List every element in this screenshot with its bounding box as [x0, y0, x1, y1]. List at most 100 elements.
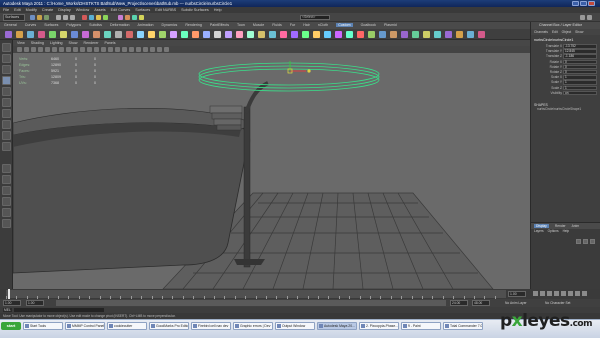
- taskbar-item[interactable]: Start Tools: [23, 322, 63, 330]
- time-slider-track[interactable]: [6, 290, 506, 299]
- panel-menu-view[interactable]: View: [17, 41, 25, 45]
- panel-toolbar-icon[interactable]: [24, 47, 29, 52]
- select-component-icon[interactable]: [70, 15, 75, 20]
- shelf-tool-icon[interactable]: [71, 31, 78, 38]
- shelf-tool-icon[interactable]: [335, 31, 342, 38]
- layout-single-icon[interactable]: [2, 164, 11, 173]
- end-time-field[interactable]: 48.00: [472, 300, 490, 306]
- maximize-button[interactable]: [580, 1, 587, 6]
- shelf-tab-dynamics[interactable]: Dynamics: [162, 23, 178, 27]
- attribute-value-field[interactable]: -13.752: [563, 44, 597, 49]
- layer-tab-display[interactable]: Display: [534, 224, 549, 228]
- taskbar-item[interactable]: Graphic errors | Dev: [233, 322, 273, 330]
- attribute-value-field[interactable]: 0: [563, 59, 597, 65]
- layout-four-icon[interactable]: [2, 175, 11, 184]
- shelf-tool-icon[interactable]: [324, 31, 331, 38]
- shelf-tab-custom[interactable]: Custom: [336, 23, 353, 27]
- character-set-dropdown[interactable]: No Character Set: [545, 299, 570, 307]
- layout-uv-icon[interactable]: [2, 219, 11, 228]
- move-layer-down-icon[interactable]: [583, 239, 588, 244]
- layer-menu-layers[interactable]: Layers: [534, 229, 544, 233]
- shelf-tab-fluids[interactable]: Fluids: [272, 23, 282, 27]
- shelf-tool-icon[interactable]: [368, 31, 375, 38]
- select-tool-icon[interactable]: [2, 43, 11, 52]
- menu-item-surfaces[interactable]: Surfaces: [135, 8, 150, 12]
- shelf-tool-icon[interactable]: [148, 31, 155, 38]
- shelf-tool-icon[interactable]: [137, 31, 144, 38]
- rotate-tool-icon[interactable]: [2, 87, 11, 96]
- channel-menu-channels[interactable]: Channels: [534, 30, 548, 34]
- play-backwards-icon[interactable]: [554, 291, 559, 296]
- panel-toolbar-icon[interactable]: [136, 47, 141, 52]
- shelf-tool-icon[interactable]: [291, 31, 298, 38]
- shelf-tab-rendering[interactable]: Rendering: [185, 23, 202, 27]
- go-to-start-icon[interactable]: [533, 291, 538, 296]
- step-back-key-icon[interactable]: [540, 291, 545, 296]
- shelf-tool-icon[interactable]: [412, 31, 419, 38]
- start-button[interactable]: start: [1, 322, 21, 330]
- last-tool-icon[interactable]: [2, 142, 11, 151]
- snap-curve-icon[interactable]: [89, 15, 94, 20]
- ipr-render-icon[interactable]: [132, 15, 137, 20]
- shelf-tab-deformation[interactable]: Deformation: [110, 23, 130, 27]
- shelf-tool-icon[interactable]: [159, 31, 166, 38]
- attribute-value-field[interactable]: on: [563, 90, 597, 96]
- step-forward-key-icon[interactable]: [575, 291, 580, 296]
- shelf-tool-icon[interactable]: [93, 31, 100, 38]
- shelf-tool-icon[interactable]: [478, 31, 485, 38]
- taskbar-item[interactable]: Firebird cell nav dev: [191, 322, 231, 330]
- layer-menu-options[interactable]: Options: [548, 229, 559, 233]
- channel-attribute-row[interactable]: Visibility on: [531, 90, 600, 96]
- open-scene-icon[interactable]: [37, 15, 42, 20]
- current-time-indicator[interactable]: [8, 289, 10, 299]
- layer-menu-help[interactable]: Help: [563, 229, 570, 233]
- attribute-editor-icon[interactable]: [580, 15, 585, 20]
- shelf-tool-icon[interactable]: [170, 31, 177, 38]
- paint-select-tool-icon[interactable]: [2, 65, 11, 74]
- panel-toolbar-icon[interactable]: [52, 47, 57, 52]
- panel-toolbar-icon[interactable]: [38, 47, 43, 52]
- range-slider-bar[interactable]: [56, 300, 446, 306]
- playback-end-field[interactable]: 24.00: [450, 300, 468, 306]
- perspective-viewport[interactable]: View Shading Lighting Show Renderer Panels: [13, 40, 530, 289]
- shelf-tab-painteffects[interactable]: PaintEffects: [210, 23, 229, 27]
- menu-item-subdiv-surfaces[interactable]: Subdiv Surfaces: [181, 8, 209, 12]
- render-settings-icon[interactable]: [139, 15, 144, 20]
- shelf-tool-icon[interactable]: [60, 31, 67, 38]
- panel-toolbar-icon[interactable]: [31, 47, 36, 52]
- select-hierarchy-icon[interactable]: [56, 15, 61, 20]
- shelf-tool-icon[interactable]: [357, 31, 364, 38]
- go-to-end-icon[interactable]: [582, 291, 587, 296]
- attribute-value-field[interactable]: 1: [563, 85, 597, 90]
- panel-toolbar-icon[interactable]: [73, 47, 78, 52]
- shelf-tab-curves[interactable]: Curves: [25, 23, 36, 27]
- lasso-tool-icon[interactable]: [2, 54, 11, 63]
- panel-toolbar-icon[interactable]: [108, 47, 113, 52]
- attribute-value-field[interactable]: -1.186: [563, 54, 597, 59]
- step-back-frame-icon[interactable]: [547, 291, 552, 296]
- input-field[interactable]: <Select>: [300, 15, 330, 20]
- menu-item-create[interactable]: Create: [42, 8, 53, 12]
- menu-item-display[interactable]: Display: [58, 8, 70, 12]
- shelf-tool-icon[interactable]: [280, 31, 287, 38]
- attribute-value-field[interactable]: 12.845: [563, 49, 597, 54]
- panel-toolbar-icon[interactable]: [164, 47, 169, 52]
- render-icon[interactable]: [125, 15, 130, 20]
- panel-toolbar-icon[interactable]: [157, 47, 162, 52]
- taskbar-item[interactable]: GoodMarks Pro Editor: [149, 322, 189, 330]
- start-time-field[interactable]: 1.00: [3, 300, 21, 306]
- menu-item-modify[interactable]: Modify: [26, 8, 37, 12]
- shelf-tool-icon[interactable]: [269, 31, 276, 38]
- shelf-tab-surfaces[interactable]: Surfaces: [44, 23, 58, 27]
- snap-surface-icon[interactable]: [103, 15, 108, 20]
- new-layer-icon[interactable]: [590, 239, 595, 244]
- taskbar-item[interactable]: Total Commander 7.0...: [443, 322, 483, 330]
- shelf-tool-icon[interactable]: [16, 31, 23, 38]
- move-layer-up-icon[interactable]: [576, 239, 581, 244]
- close-button[interactable]: [588, 1, 595, 6]
- attribute-value-field[interactable]: 1: [563, 75, 597, 80]
- shelf-tool-icon[interactable]: [390, 31, 397, 38]
- shelf-tab-plasmid[interactable]: Plasmid: [384, 23, 397, 27]
- shelf-tab-general[interactable]: General: [4, 23, 17, 27]
- snap-point-icon[interactable]: [96, 15, 101, 20]
